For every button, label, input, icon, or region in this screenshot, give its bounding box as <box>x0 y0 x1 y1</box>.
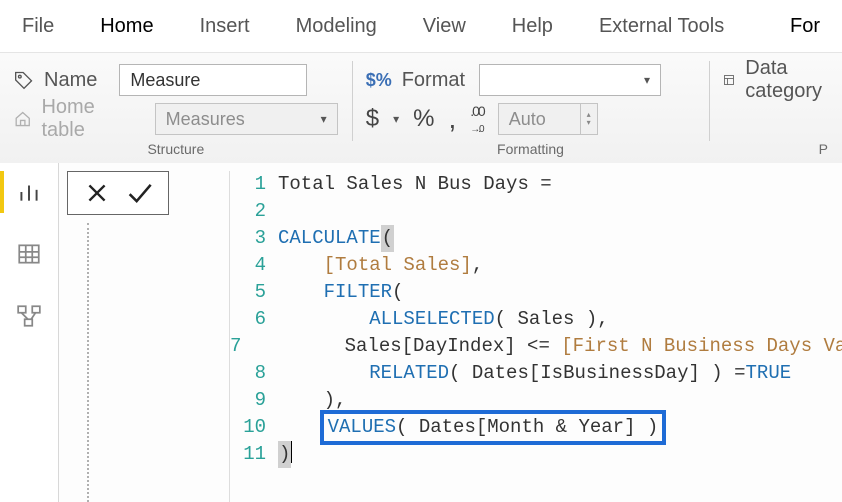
format-label: Format <box>402 69 465 92</box>
tab-file[interactable]: File <box>22 15 54 38</box>
format-dropdown[interactable]: ▾ <box>479 64 661 96</box>
dax-sales-dayindex: Sales[DayIndex] <box>345 333 516 360</box>
model-view-button[interactable] <box>14 301 44 331</box>
dax-true: TRUE <box>746 360 792 387</box>
ribbon-group-formatting: $% Format ▾ $ ▾ % , .00→.0 Auto ▴▾ Forma… <box>352 53 710 163</box>
model-icon <box>16 303 42 329</box>
data-category-label: Data category <box>745 57 828 103</box>
table-icon <box>16 241 42 267</box>
formula-commit-bar <box>67 171 169 215</box>
data-category-icon <box>723 71 735 89</box>
dax-close-paren: ) <box>278 441 291 468</box>
tab-view[interactable]: View <box>423 15 466 38</box>
check-icon <box>125 178 153 208</box>
text-cursor <box>291 441 292 463</box>
tag-icon <box>14 70 34 90</box>
ribbon: Name Measure Home table Measures ▾ Struc… <box>0 52 842 163</box>
ribbon-group-structure: Name Measure Home table Measures ▾ Struc… <box>0 53 352 163</box>
tab-home[interactable]: Home <box>100 15 153 38</box>
home-table-label: Home table <box>41 96 140 142</box>
tab-modeling[interactable]: Modeling <box>296 15 377 38</box>
dax-allselected: ALLSELECTED <box>369 306 494 333</box>
dax-eq-op: = <box>723 360 746 387</box>
currency-button[interactable]: $ <box>366 105 379 133</box>
confirm-formula-button[interactable] <box>125 179 153 207</box>
tab-external-tools[interactable]: External Tools <box>599 15 724 38</box>
view-rail <box>0 163 59 502</box>
dax-line-1: Total Sales N Bus Days = <box>278 171 552 198</box>
cancel-formula-button[interactable] <box>83 179 111 207</box>
dax-total-sales: [Total Sales] <box>324 252 472 279</box>
tab-help[interactable]: Help <box>512 15 553 38</box>
decimals-stepper[interactable]: ▴▾ <box>580 103 598 135</box>
name-label: Name <box>44 69 97 92</box>
dax-values: VALUES <box>328 416 396 438</box>
dax-open-paren: ( <box>381 225 394 252</box>
ribbon-tabs: File Home Insert Modeling View Help Exte… <box>0 0 842 52</box>
decimals-input[interactable]: Auto <box>498 103 580 135</box>
group-title-formatting: Formatting <box>366 141 696 161</box>
group-title-structure: Structure <box>14 141 338 161</box>
report-view-button[interactable] <box>14 177 44 207</box>
measure-name-input[interactable]: Measure <box>119 64 307 96</box>
data-view-button[interactable] <box>14 239 44 269</box>
format-icon: $% <box>366 70 392 91</box>
dax-filter: FILTER <box>324 279 392 306</box>
decrease-decimals-button[interactable]: .00→.0 <box>470 103 483 135</box>
dax-le-op: <= <box>516 333 562 360</box>
home-table-dropdown[interactable]: Measures ▾ <box>155 103 338 135</box>
group-title-properties: P <box>723 141 828 161</box>
chevron-down-icon: ▾ <box>321 112 327 126</box>
report-canvas[interactable]: 1Total Sales N Bus Days = 2 3CALCULATE( … <box>59 163 842 502</box>
home-icon <box>14 110 31 128</box>
chevron-down-icon: ▾ <box>581 119 597 127</box>
tab-insert[interactable]: Insert <box>200 15 250 38</box>
dax-editor[interactable]: 1Total Sales N Bus Days = 2 3CALCULATE( … <box>229 171 842 502</box>
chevron-down-icon: ▾ <box>644 73 650 87</box>
dax-sales-table: Sales <box>506 306 586 333</box>
canvas-ruler <box>87 223 89 502</box>
home-table-value: Measures <box>166 109 245 130</box>
ribbon-group-properties: Data category P <box>709 53 842 163</box>
dax-dates-month-year: Dates[Month & Year] <box>407 416 646 438</box>
bar-chart-icon <box>16 179 42 205</box>
percent-button[interactable]: % <box>413 105 434 133</box>
dax-related: RELATED <box>369 360 449 387</box>
dax-dates-isbusinessday: Dates[IsBusinessDay] <box>460 360 711 387</box>
chevron-down-icon[interactable]: ▾ <box>393 112 399 126</box>
workspace: 1Total Sales N Bus Days = 2 3CALCULATE( … <box>0 163 842 502</box>
close-icon <box>84 180 110 206</box>
dax-calculate: CALCULATE <box>278 225 381 252</box>
dax-highlight-values: VALUES( Dates[Month & Year] ) <box>320 410 667 445</box>
tab-format[interactable]: For <box>790 15 820 38</box>
dax-first-n: [First N Business Days Value] <box>561 333 842 360</box>
